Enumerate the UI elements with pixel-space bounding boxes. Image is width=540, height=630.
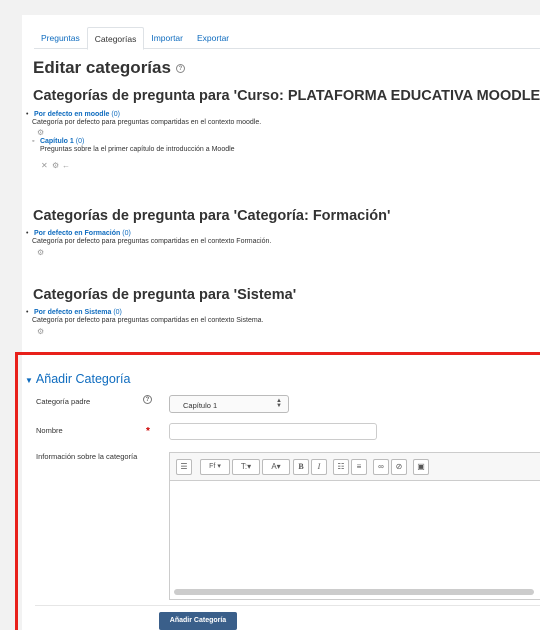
gear-icon[interactable]: ⚙ [37, 248, 44, 257]
required-icon: * [146, 426, 150, 437]
gear-icon[interactable]: ⚙ [37, 128, 44, 137]
divider [35, 605, 540, 606]
category-link[interactable]: Capítulo 1 [40, 138, 74, 145]
section-heading-sistema: Categorías de pregunta para 'Sistema' [33, 287, 297, 303]
section-heading-formacion: Categorías de pregunta para 'Categoría: … [33, 208, 391, 224]
delete-icon[interactable]: ✕ [41, 161, 48, 170]
font-size-dropdown[interactable]: T:▾ [232, 459, 260, 475]
section-heading-curso: Categorías de pregunta para 'Curso: PLAT… [33, 88, 540, 104]
font-size-label: T: [240, 462, 248, 471]
unlink-icon[interactable]: ⊘ [391, 459, 407, 475]
parent-category-select[interactable]: Capítulo 1 ▲ ▼ [169, 395, 289, 413]
category-description: Categoría por defecto para preguntas com… [32, 238, 272, 245]
tab-importar[interactable]: Importar [144, 27, 190, 49]
bullet-icon: • [26, 230, 29, 237]
caret-down-icon: ▼ [25, 376, 33, 385]
category-count: (0) [111, 111, 120, 118]
toolbar-toggle-icon[interactable]: ☰ [176, 459, 192, 475]
bullet-list-icon[interactable]: ☷ [333, 459, 349, 475]
category-count: (0) [122, 230, 131, 237]
editor-toolbar: ☰ Ff ▾ T:▾ A▾ B I ☷ ≡ ∞ ⊘ ▣ [170, 453, 540, 481]
font-color-dropdown[interactable]: A▾ [262, 459, 290, 475]
category-count: (0) [113, 309, 122, 316]
name-input[interactable] [169, 423, 377, 440]
bullet-icon: • [26, 111, 29, 118]
list-item: • Por defecto en Sistema (0) [26, 308, 122, 317]
list-item: • Por defecto en moodle (0) [26, 110, 120, 119]
parent-category-value: Capítulo 1 [183, 401, 218, 410]
tab-categorias[interactable]: Categorías [86, 27, 145, 50]
category-description: Preguntas sobre la el primer capítulo de… [40, 146, 235, 153]
image-icon[interactable]: ▣ [413, 459, 429, 475]
category-link[interactable]: Por defecto en moodle [34, 111, 109, 118]
category-description: Categoría por defecto para preguntas com… [32, 317, 264, 324]
gear-icon[interactable]: ⚙ [52, 161, 59, 170]
bullet-icon: • [26, 309, 29, 316]
help-icon[interactable]: ? [175, 63, 185, 73]
gear-icon[interactable]: ⚙ [37, 327, 44, 336]
page-title-text: Editar categorías [33, 58, 171, 77]
category-info-label: Información sobre la categoría [36, 452, 138, 461]
page-title: Editar categorías ? [33, 58, 185, 78]
parent-category-label: Categoría padre [36, 397, 91, 406]
numbered-list-icon[interactable]: ≡ [351, 459, 367, 475]
add-category-button[interactable]: Añadir Categoría [159, 612, 237, 630]
bold-button[interactable]: B [293, 459, 309, 475]
tab-exportar[interactable]: Exportar [190, 27, 236, 49]
arrow-left-icon[interactable]: ← [62, 161, 70, 170]
updown-arrows-icon: ▲ ▼ [276, 398, 282, 409]
form-legend[interactable]: ▼ Añadir Categoría [25, 372, 130, 386]
horizontal-scrollbar[interactable] [174, 589, 534, 595]
list-item: ◦ Capítulo 1 (0) [32, 137, 84, 146]
form-legend-text: Añadir Categoría [35, 372, 131, 386]
category-link[interactable]: Por defecto en Sistema [34, 309, 111, 316]
category-link[interactable]: Por defecto en Formación [34, 230, 120, 237]
tab-preguntas[interactable]: Preguntas [34, 27, 87, 49]
category-description: Categoría por defecto para preguntas com… [32, 119, 262, 126]
category-count: (0) [75, 138, 85, 145]
font-family-label: Ff [209, 463, 216, 470]
name-label: Nombre [36, 426, 63, 435]
link-icon[interactable]: ∞ [373, 459, 389, 475]
bullet-icon: ◦ [32, 138, 35, 145]
list-item: • Por defecto en Formación (0) [26, 229, 131, 238]
tab-bar: Preguntas Categorías Importar Exportar [34, 27, 540, 50]
font-color-label: A [271, 462, 277, 471]
rich-text-editor[interactable]: ☰ Ff ▾ T:▾ A▾ B I ☷ ≡ ∞ ⊘ ▣ [169, 452, 540, 600]
help-icon[interactable]: ? [143, 395, 152, 404]
italic-button[interactable]: I [311, 459, 327, 475]
font-family-dropdown[interactable]: Ff ▾ [200, 459, 230, 475]
